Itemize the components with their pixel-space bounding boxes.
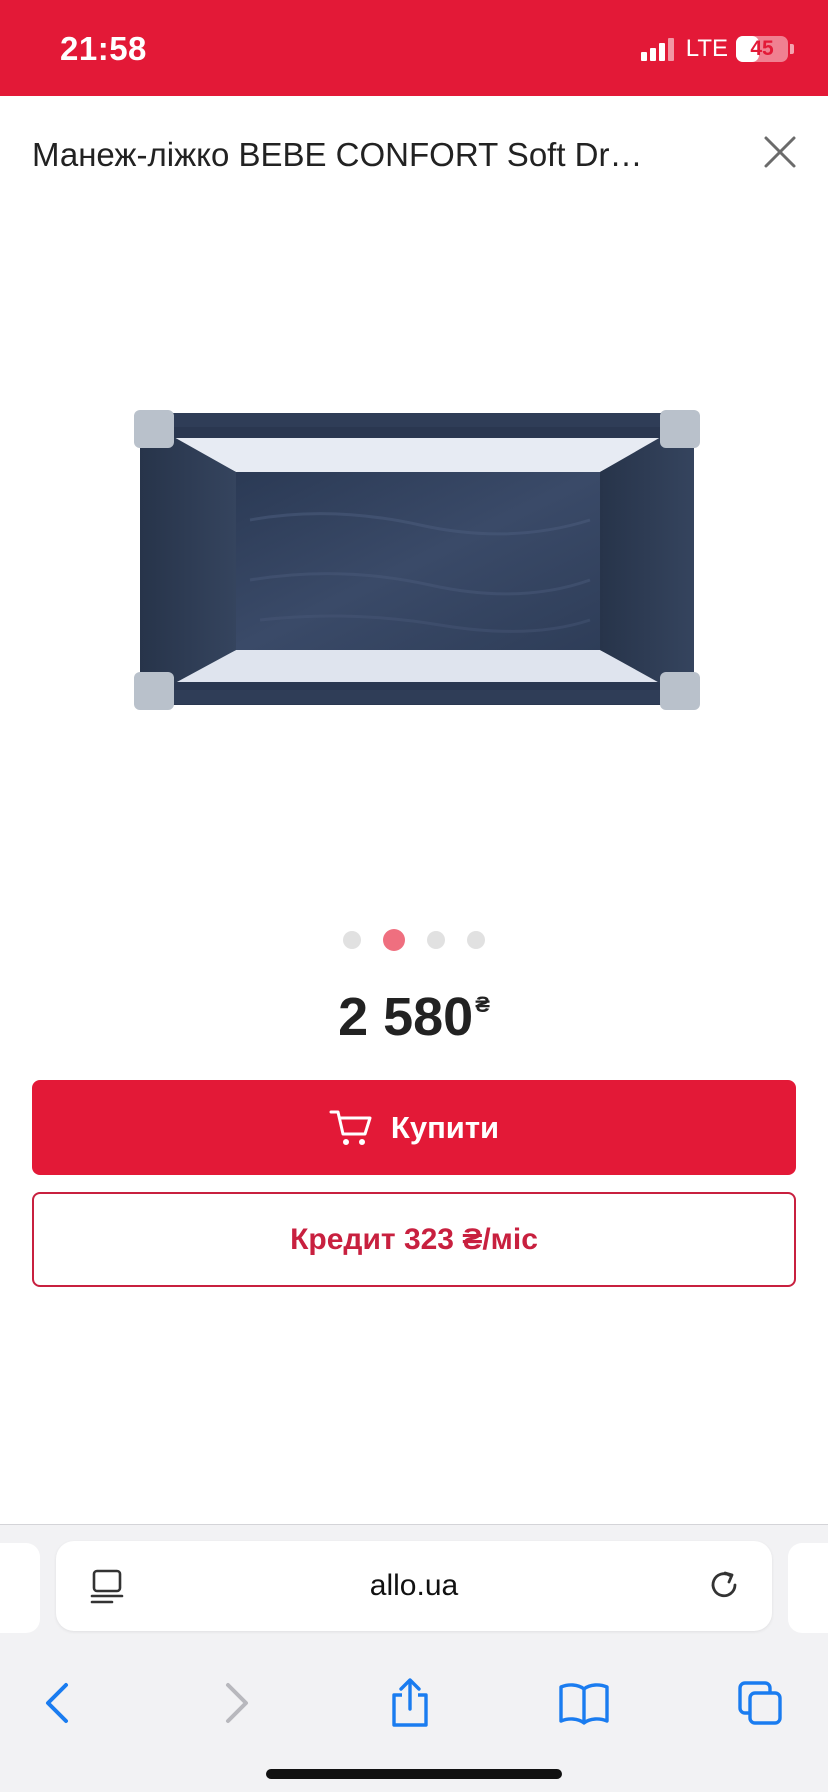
buy-label: Купити — [390, 1109, 500, 1145]
cart-icon — [329, 1110, 372, 1145]
travel-cot-image — [134, 410, 700, 710]
reload-icon[interactable] — [704, 1565, 744, 1605]
battery-icon: 45 — [736, 36, 788, 62]
network-type: LTE — [685, 35, 728, 62]
gallery-dot[interactable] — [467, 931, 485, 949]
buy-button[interactable]: Купити — [32, 1080, 796, 1175]
credit-label: Кредит 323 ₴/міс — [290, 1222, 538, 1256]
price-currency: ₴ — [475, 992, 490, 1017]
browser-toolbar: allo.ua — [0, 1524, 828, 1792]
product-header: Манеж-ліжко BEBE CONFORT Soft Dr… — [32, 130, 802, 180]
tabs-icon[interactable] — [730, 1673, 790, 1733]
status-bar: 21:58 LTE 45 — [0, 0, 828, 96]
gallery-dot-active[interactable] — [383, 929, 405, 951]
close-icon[interactable] — [758, 130, 802, 174]
share-icon[interactable] — [380, 1673, 440, 1733]
forward-icon[interactable] — [206, 1673, 266, 1733]
product-title: Манеж-ліжко BEBE CONFORT Soft Dr… — [32, 136, 643, 173]
browser-nav — [0, 1673, 828, 1733]
gallery-dot[interactable] — [343, 931, 361, 949]
address-bar[interactable]: allo.ua — [56, 1541, 772, 1631]
battery-cap — [790, 44, 794, 54]
home-indicator — [266, 1769, 562, 1779]
battery-level: 45 — [750, 37, 774, 60]
gallery-dots — [0, 928, 828, 952]
credit-button[interactable]: Кредит 323 ₴/міс — [32, 1192, 796, 1287]
status-time: 21:58 — [60, 30, 147, 67]
status-indicators: LTE 45 — [640, 34, 794, 64]
price-value: 2 580 — [338, 987, 474, 1047]
price: 2 580₴ — [0, 986, 828, 1048]
bookmarks-icon[interactable] — [554, 1673, 614, 1733]
signal-icon — [640, 37, 674, 61]
product-image[interactable] — [0, 220, 828, 900]
back-icon[interactable] — [28, 1673, 88, 1733]
previous-tab-preview[interactable] — [0, 1543, 40, 1633]
next-tab-preview[interactable] — [788, 1543, 828, 1633]
gallery-dot[interactable] — [427, 931, 445, 949]
url-text: allo.ua — [369, 1569, 459, 1602]
